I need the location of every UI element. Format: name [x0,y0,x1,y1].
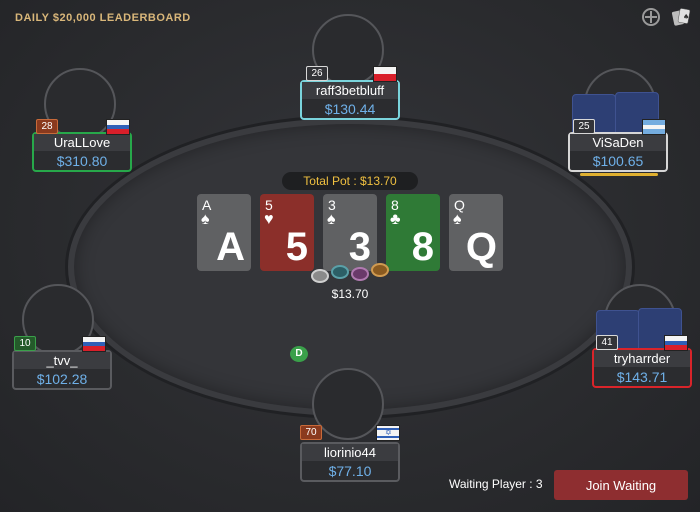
player-stack: $143.71 [616,369,668,385]
card-rank: Q [454,197,465,213]
player-name: ViSaDen [570,134,666,151]
player-plate[interactable]: UraLLove $310.80 [32,132,132,172]
russia-flag-icon [664,335,688,351]
club-icon: ♣ [390,211,401,228]
player-level-badge: 10 [14,336,36,351]
player-plate[interactable]: _tvv_ $102.28 [12,350,112,390]
poland-flag-icon [373,66,397,82]
argentina-flag-icon [642,119,666,135]
community-card-3: 3 ♠ 3 [323,194,377,271]
player-stack: $77.10 [328,463,372,479]
spade-icon: ♠ [327,211,336,228]
poker-table-view: DAILY $20,000 LEADERBOARD ♠ Total Pot : … [0,0,700,512]
player-stack: $130.44 [324,101,376,117]
waiting-players-label: Waiting Player : 3 [449,477,543,491]
total-pot-label: Total Pot : $13.70 [282,172,418,190]
player-plate[interactable]: tryharrder $143.71 [592,348,692,388]
join-waiting-button[interactable]: Join Waiting [554,470,688,500]
player-level-badge: 41 [596,335,618,350]
spade-icon: ♠ [201,211,210,228]
player-stack: $102.28 [36,371,88,387]
cards-icon[interactable]: ♠ [670,6,692,28]
top-toolbar: ♠ [640,6,692,28]
avatar[interactable] [312,368,384,440]
player-level-badge: 25 [573,119,595,134]
card-rank-large: Q [465,225,497,269]
player-stack: $100.65 [592,153,644,169]
card-rank: 5 [265,197,273,213]
community-card-2: 5 ♥ 5 [260,194,314,271]
russia-flag-icon [106,119,130,135]
player-name: _tvv_ [14,352,110,369]
pot-chips-icon [311,263,391,285]
card-rank-large: 3 [348,225,371,269]
player-name: tryharrder [594,350,690,367]
card-rank: 3 [328,197,336,213]
card-rank-large: 5 [285,225,308,269]
card-rank-large: 8 [411,225,434,269]
card-rank: 8 [391,197,399,213]
russia-flag-icon [82,336,106,352]
community-card-1: A ♠ A [197,194,251,271]
dealer-button: D [290,346,308,362]
player-plate[interactable]: raff3betbluff $130.44 [300,80,400,120]
svg-text:♠: ♠ [683,13,689,21]
target-icon[interactable] [640,6,662,28]
israel-flag-icon: ✡ [376,425,400,441]
card-rank: A [202,197,212,213]
community-cards: A ♠ A 5 ♥ 5 3 ♠ 3 8 ♣ 8 Q ♠ Q [197,194,503,271]
player-name: UraLLove [34,134,130,151]
heart-icon: ♥ [264,211,274,228]
player-level-badge: 28 [36,119,58,134]
player-stack: $310.80 [56,153,108,169]
player-plate[interactable]: liorinio44 $77.10 [300,442,400,482]
turn-timer-bar [580,173,658,176]
card-rank-large: A [216,225,245,269]
spade-icon: ♠ [453,211,462,228]
player-plate[interactable]: ViSaDen $100.65 [568,132,668,172]
pot-chip-amount: $13.70 [331,287,369,301]
player-level-badge: 26 [306,66,328,81]
player-name: raff3betbluff [302,82,398,99]
community-card-4: 8 ♣ 8 [386,194,440,271]
player-level-badge: 70 [300,425,322,440]
player-name: liorinio44 [302,444,398,461]
community-card-5: Q ♠ Q [449,194,503,271]
leaderboard-banner[interactable]: DAILY $20,000 LEADERBOARD [15,12,191,24]
